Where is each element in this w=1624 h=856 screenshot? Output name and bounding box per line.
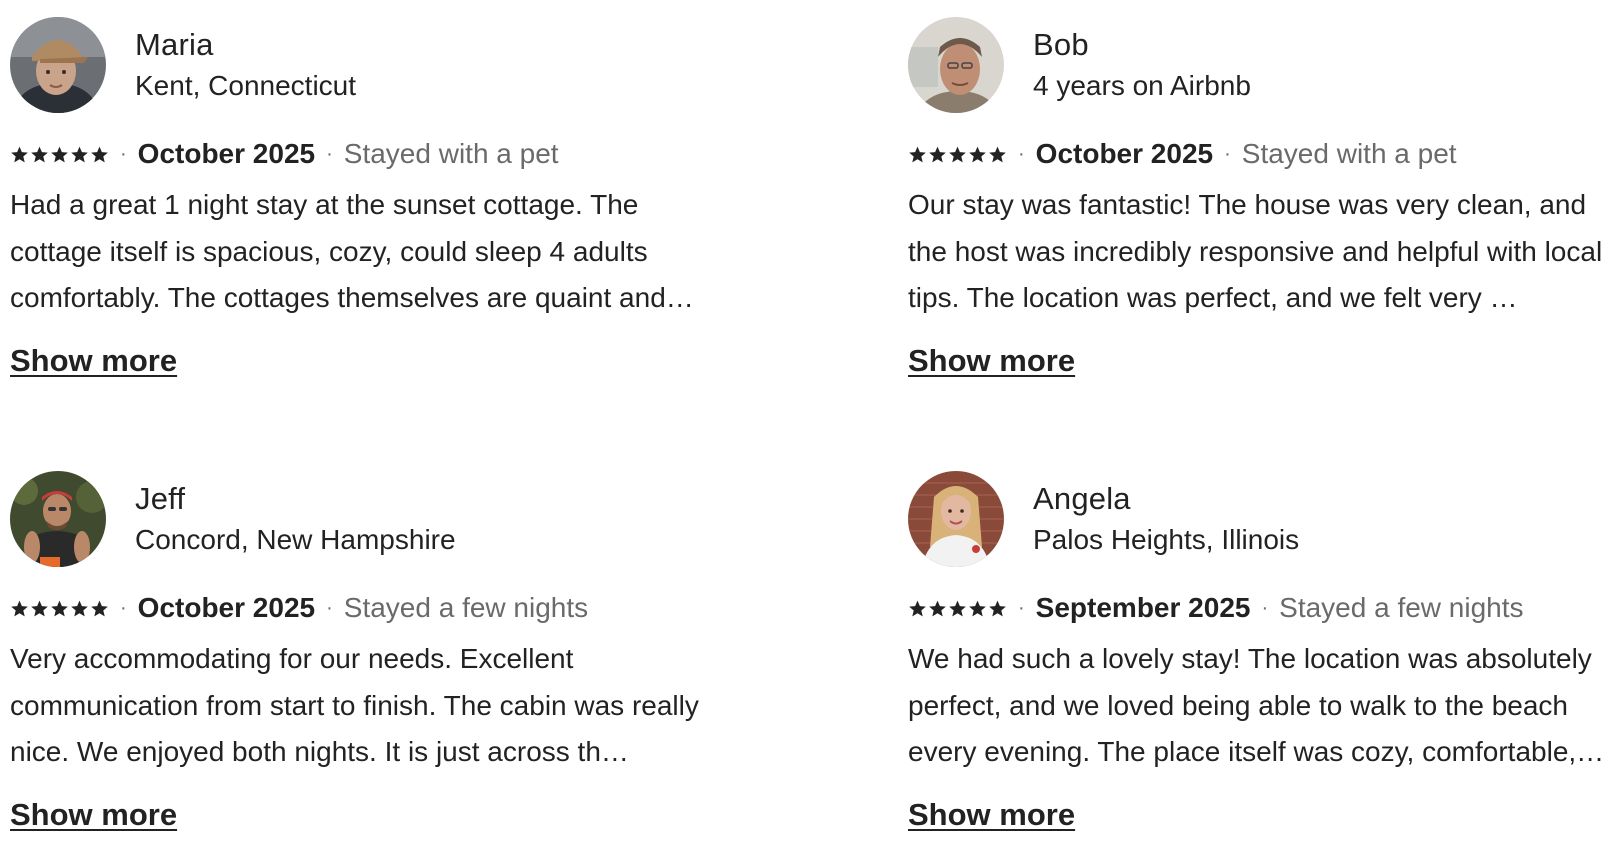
reviewer-subtitle: Kent, Connecticut [135, 70, 357, 101]
show-more-link[interactable]: Show more [908, 343, 1075, 379]
star-icon [11, 600, 28, 616]
reviewer-subtitle: 4 years on Airbnb [1033, 70, 1251, 101]
star-icon [929, 600, 946, 616]
reviewer-name: Jeff [135, 481, 186, 516]
star-icon [71, 146, 88, 162]
rating-stars [908, 145, 1007, 164]
star-icon [949, 600, 966, 616]
stay-type: Stayed with a pet [1241, 138, 1457, 169]
reviewer-info: Jeff Concord, New Hampshire [135, 479, 456, 559]
star-icon [71, 600, 88, 616]
star-icon [31, 600, 48, 616]
avatar-photo [10, 471, 106, 567]
show-more-link[interactable]: Show more [908, 797, 1075, 833]
review-date: September 2025 [1035, 592, 1251, 623]
star-icon [31, 146, 48, 162]
reviewer-info: Angela Palos Heights, Illinois [1033, 479, 1299, 559]
reviewer-name: Maria [135, 27, 214, 62]
star-icon [969, 146, 986, 162]
star-icon [929, 146, 946, 162]
avatar-photo [908, 17, 1004, 113]
avatar-photo [908, 471, 1004, 567]
avatar-photo [10, 17, 106, 113]
show-more-link[interactable]: Show more [10, 343, 177, 379]
reviewer-subtitle: Palos Heights, Illinois [1033, 524, 1300, 555]
star-icon [11, 146, 28, 162]
rating-stars [908, 599, 1007, 618]
stay-type: Stayed a few nights [1279, 592, 1524, 623]
rating-stars [10, 599, 109, 618]
separator-dot: · [1018, 142, 1025, 165]
reviews-grid: Maria Kent, Connecticut · October 2025 ·… [0, 0, 1624, 856]
reviewer-name: Bob [1033, 27, 1089, 62]
avatar[interactable] [10, 17, 106, 113]
star-icon [51, 146, 68, 162]
review-date: October 2025 [137, 592, 316, 623]
review-header: Bob 4 years on Airbnb [908, 17, 1624, 113]
star-icon [51, 600, 68, 616]
review-text: We had such a lovely stay! The location … [908, 643, 1605, 767]
reviewer-info: Bob 4 years on Airbnb [1033, 25, 1251, 105]
review-card: Angela Palos Heights, Illinois · Septemb… [908, 471, 1624, 833]
review-meta: · October 2025 · Stayed with a pet [10, 135, 730, 173]
separator-dot: · [1261, 596, 1269, 619]
show-more-link[interactable]: Show more [10, 797, 177, 833]
review-meta: · September 2025 · Stayed a few nights [908, 589, 1624, 627]
star-icon [989, 146, 1006, 162]
rating-stars [10, 145, 109, 164]
star-icon [989, 600, 1006, 616]
review-text: Had a great 1 night stay at the sunset c… [10, 189, 694, 313]
review-card: Bob 4 years on Airbnb · October 2025 · S… [908, 17, 1624, 379]
separator-dot: · [1224, 142, 1231, 165]
separator-dot: · [326, 142, 333, 165]
separator-dot: · [326, 596, 333, 619]
star-icon [91, 600, 108, 616]
review-header: Jeff Concord, New Hampshire [10, 471, 730, 567]
avatar[interactable] [908, 471, 1004, 567]
reviewer-name: Angela [1033, 481, 1131, 516]
separator-dot: · [120, 596, 127, 619]
review-meta: · October 2025 · Stayed with a pet [908, 135, 1624, 173]
avatar[interactable] [908, 17, 1004, 113]
reviewer-subtitle: Concord, New Hampshire [135, 524, 456, 555]
star-icon [91, 146, 108, 162]
star-icon [969, 600, 986, 616]
review-text: Very accommodating for our needs. Excell… [10, 643, 699, 767]
review-header: Angela Palos Heights, Illinois [908, 471, 1624, 567]
review-card: Maria Kent, Connecticut · October 2025 ·… [10, 17, 730, 379]
separator-dot: · [1018, 596, 1025, 619]
reviewer-info: Maria Kent, Connecticut [135, 25, 356, 105]
review-date: October 2025 [137, 138, 316, 169]
review-meta: · October 2025 · Stayed a few nights [10, 589, 730, 627]
star-icon [949, 146, 966, 162]
review-card: Jeff Concord, New Hampshire · October 20… [10, 471, 730, 833]
avatar[interactable] [10, 471, 106, 567]
review-text: Our stay was fantastic! The house was ve… [908, 189, 1603, 313]
review-header: Maria Kent, Connecticut [10, 17, 730, 113]
separator-dot: · [120, 142, 127, 165]
stay-type: Stayed a few nights [343, 592, 589, 623]
review-date: October 2025 [1035, 138, 1214, 169]
star-icon [909, 146, 926, 162]
star-icon [909, 600, 926, 616]
stay-type: Stayed with a pet [343, 138, 559, 169]
